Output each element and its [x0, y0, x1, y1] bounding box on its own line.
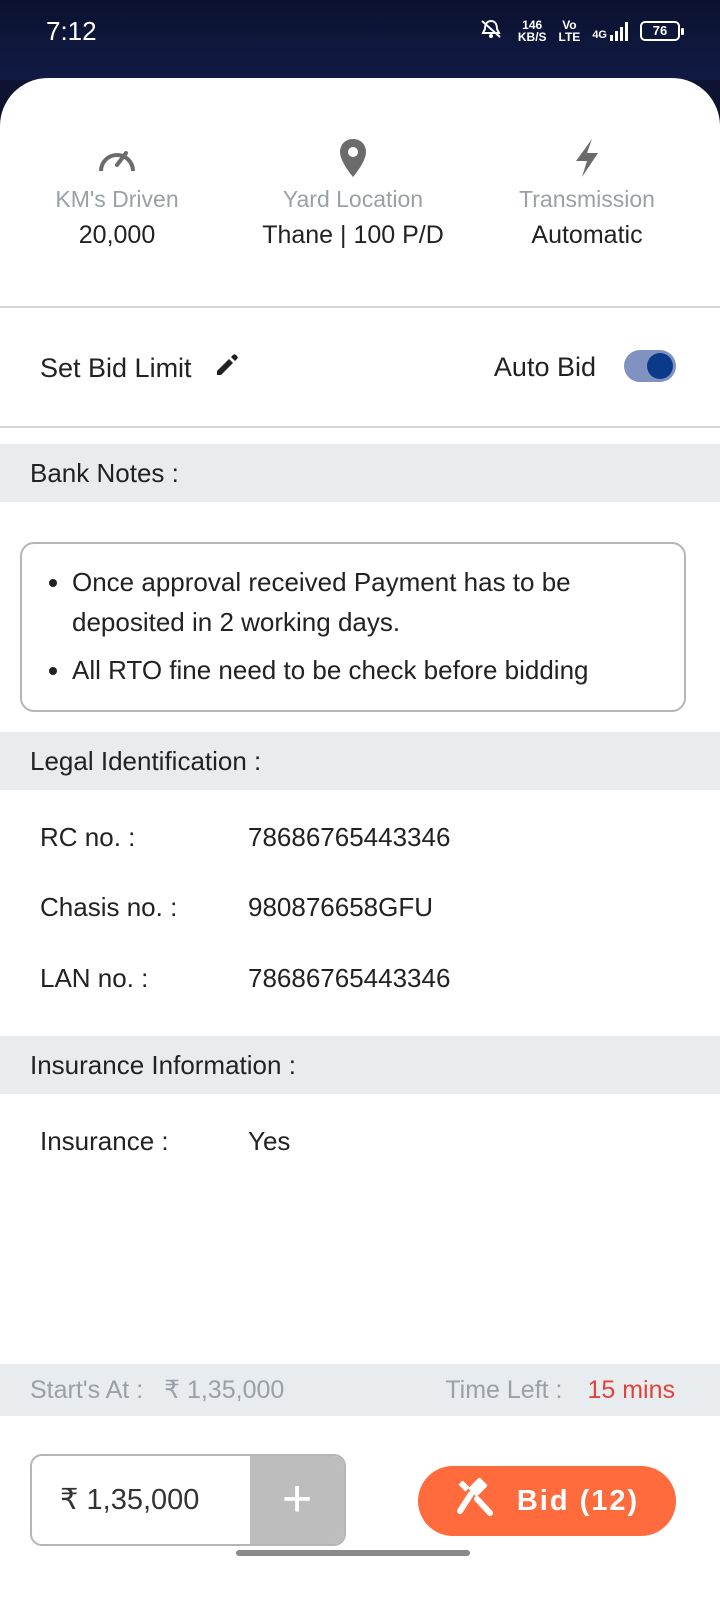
- spec-value: 20,000: [78, 221, 156, 249]
- home-indicator[interactable]: [236, 1550, 470, 1556]
- location-pin-icon: [238, 136, 468, 180]
- edit-icon[interactable]: [214, 352, 240, 385]
- increase-bid-button[interactable]: +: [250, 1456, 344, 1544]
- divider: [0, 426, 720, 428]
- spec-value: Thane | 100 P/D: [262, 221, 444, 249]
- set-bid-limit[interactable]: Set Bid Limit: [40, 352, 240, 385]
- volte-indicator: Vo LTE: [559, 19, 581, 43]
- insurance-label: Insurance :: [40, 1126, 169, 1156]
- spec-row: KM's Driven 20,000 Yard Location Thane |…: [0, 136, 720, 276]
- set-bid-limit-label: Set Bid Limit: [40, 353, 192, 383]
- auto-bid-toggle[interactable]: [624, 350, 676, 382]
- bank-notes-header: Bank Notes :: [0, 444, 720, 502]
- bank-notes-box: Once approval received Payment has to be…: [20, 542, 686, 712]
- signal-strength: 4G: [592, 21, 628, 41]
- time-left: Time Left : 15 mins: [445, 1364, 675, 1416]
- insurance-information-header: Insurance Information :: [0, 1036, 720, 1094]
- spec-label: Yard Location: [282, 186, 424, 212]
- spec-value: Automatic: [531, 221, 643, 249]
- auction-summary-bar: Start's At : ₹ 1,35,000 Time Left : 15 m…: [0, 1364, 720, 1416]
- legal-identification-header: Legal Identification :: [0, 732, 720, 790]
- chasis-no-label: Chasis no. :: [40, 892, 178, 922]
- battery-icon: 76: [640, 20, 684, 41]
- status-time: 7:12: [46, 16, 97, 46]
- gavel-icon: [455, 1477, 495, 1525]
- signal-bars-icon: [610, 21, 628, 41]
- network-type: 4G: [592, 28, 607, 41]
- rc-no-value: 78686765443346: [248, 822, 451, 852]
- lan-no-label: LAN no. :: [40, 963, 149, 993]
- volte-bottom: LTE: [558, 29, 581, 44]
- spec-label: Transmission: [519, 186, 655, 212]
- time-left-label: Time Left :: [445, 1376, 563, 1404]
- spec-yard-location: Yard Location Thane | 100 P/D: [238, 136, 468, 250]
- starts-at-value: ₹ 1,35,000: [164, 1376, 285, 1404]
- time-left-value: 15 mins: [587, 1376, 675, 1404]
- net-speed-unit: KB/S: [517, 29, 547, 44]
- starts-at: Start's At : ₹ 1,35,000: [30, 1364, 284, 1416]
- divider: [0, 306, 720, 308]
- auto-bid-label: Auto Bid: [493, 352, 596, 382]
- spec-km-driven: KM's Driven 20,000: [2, 136, 232, 250]
- chasis-no-value: 980876658GFU: [248, 892, 434, 922]
- spec-label: KM's Driven: [55, 186, 179, 212]
- net-speed-value: 146: [522, 17, 543, 32]
- bid-amount-field[interactable]: ₹ 1,35,000 +: [30, 1454, 346, 1546]
- bid-amount-value: ₹ 1,35,000: [60, 1484, 200, 1516]
- status-icons: 146 KB/S Vo LTE 4G 76: [476, 18, 684, 43]
- bid-button[interactable]: Bid (12): [418, 1466, 676, 1536]
- vehicle-details-sheet[interactable]: KM's Driven 20,000 Yard Location Thane |…: [0, 78, 720, 1600]
- insurance-value: Yes: [248, 1126, 291, 1156]
- volte-top: Vo: [562, 17, 577, 32]
- bank-note-item: Once approval received Payment has to be…: [72, 562, 664, 642]
- net-speed: 146 KB/S: [518, 19, 547, 43]
- speedometer-icon: [2, 136, 232, 180]
- bank-note-item: All RTO fine need to be check before bid…: [72, 650, 664, 690]
- spec-transmission: Transmission Automatic: [472, 136, 702, 250]
- lightning-icon: [472, 136, 702, 180]
- status-bar: 7:12 146 KB/S Vo LTE 4G 76: [0, 0, 720, 80]
- lan-no-value: 78686765443346: [248, 963, 451, 993]
- toggle-knob: [647, 353, 673, 379]
- bid-label: Bid (12): [516, 1484, 640, 1517]
- starts-at-label: Start's At :: [30, 1376, 144, 1404]
- rc-no-label: RC no. :: [40, 822, 136, 852]
- mute-icon: [476, 18, 506, 43]
